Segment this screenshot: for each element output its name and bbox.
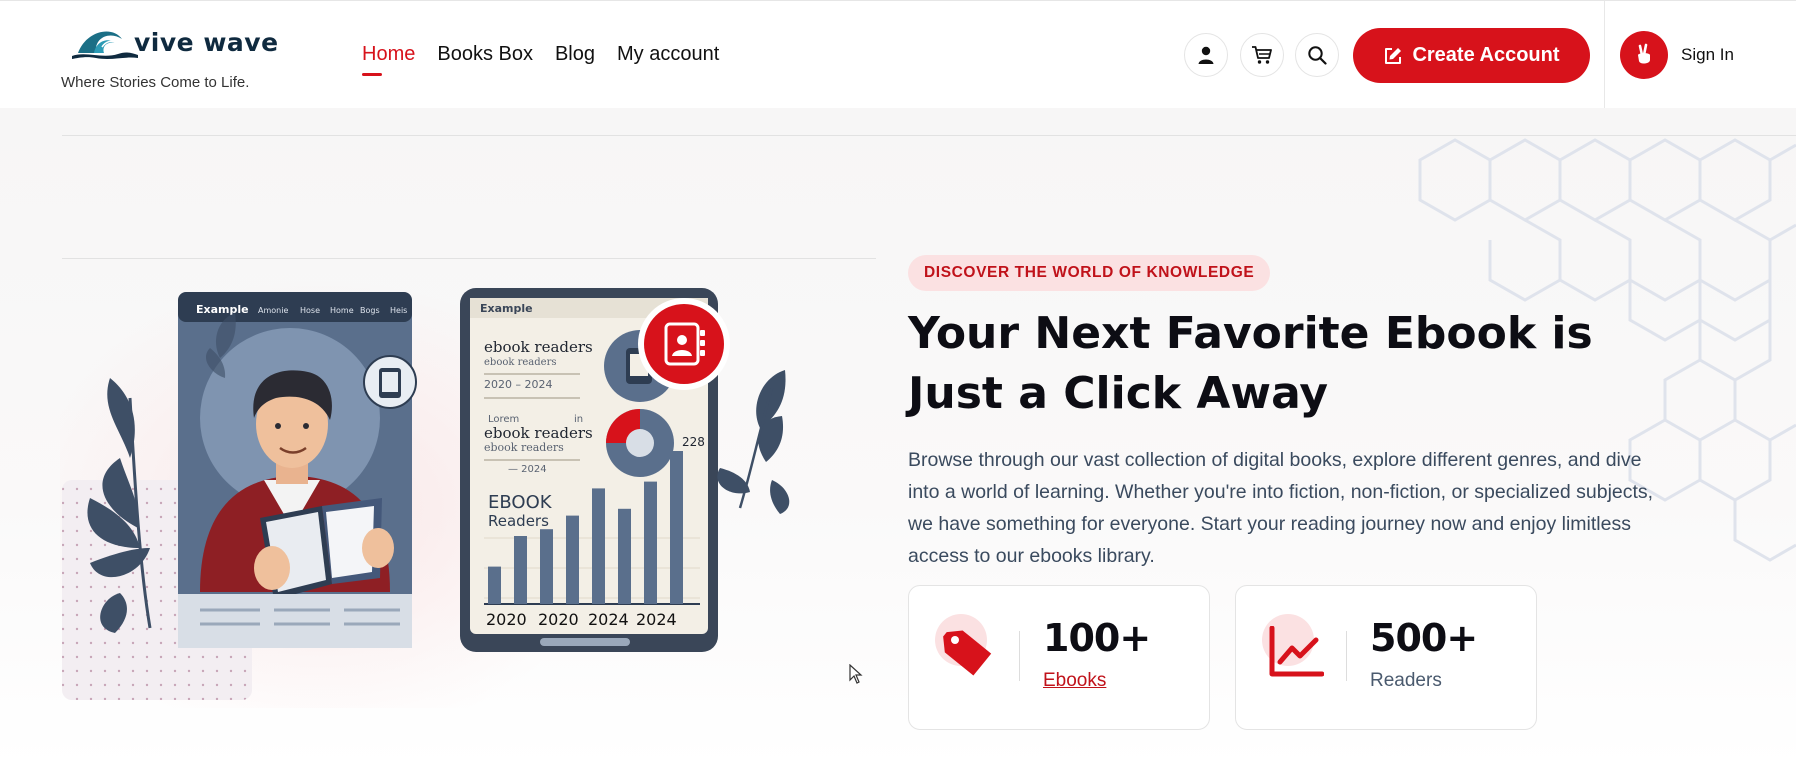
right-tablet-big-title-2: Readers (488, 512, 549, 530)
illustration-bar (540, 529, 553, 604)
right-tablet-years-2: — 2024 (508, 464, 547, 475)
stat-label-readers: Readers (1370, 670, 1442, 691)
account-button[interactable] (1184, 33, 1228, 77)
nav-item-blog[interactable]: Blog (555, 43, 595, 74)
stat-card-readers: 500+ Readers (1235, 585, 1537, 730)
right-tablet-sub-1: ebook readers (484, 357, 557, 368)
brand-logo[interactable]: vive wave (72, 23, 279, 61)
header-divider (1604, 1, 1605, 109)
create-account-button[interactable]: Create Account (1353, 28, 1590, 83)
wave-logo-icon (72, 31, 138, 59)
left-tablet-menu-5: Heis (390, 306, 407, 315)
eyebrow-badge: DISCOVER THE WORLD OF KNOWLEDGE (908, 255, 1271, 291)
illustration-bar (670, 451, 683, 604)
illustration-bar (566, 515, 579, 604)
search-icon (1308, 46, 1327, 65)
left-tablet-menu-4: Bogs (360, 306, 380, 315)
illustration-bar (618, 508, 631, 604)
illustration-bar (592, 488, 605, 604)
right-tablet-title: Example (480, 302, 533, 315)
stat-number-ebooks: 100+ (1043, 616, 1151, 660)
user-icon (1198, 46, 1214, 64)
brand-name: vive wave (134, 27, 279, 57)
sign-in-label: Sign In (1681, 45, 1734, 64)
right-tablet-heading-2: ebook readers (484, 424, 593, 442)
hero-section: Example Amonie Hose Home Bogs Heis Examp… (0, 108, 1796, 768)
nav-item-books-box[interactable]: Books Box (437, 43, 533, 74)
chart-year-label-1: 2020 (486, 610, 527, 629)
site-header: vive wave Where Stories Come to Life. Ho… (0, 0, 1796, 109)
illustration-bar (644, 481, 657, 604)
hero-illustration: Example Amonie Hose Home Bogs Heis Examp… (60, 278, 790, 708)
edit-icon (1385, 47, 1402, 64)
stat-link-ebooks[interactable]: Ebooks (1043, 670, 1106, 692)
stat-divider (1019, 631, 1020, 681)
hero-headline: Your Next Favorite Ebook is Just a Click… (908, 308, 1593, 419)
stat-card-ebooks: 100+ Ebooks (908, 585, 1210, 730)
stat-number-readers: 500+ (1370, 616, 1478, 660)
create-account-label: Create Account (1412, 44, 1560, 66)
right-tablet-heading-1: ebook readers (484, 338, 593, 356)
right-tablet-big-title-1: EBOOK (488, 492, 553, 513)
chart-year-label-3: 2024 (588, 610, 629, 629)
trend-chart-icon (1269, 626, 1324, 677)
peace-hand-icon (1620, 31, 1668, 79)
stat-divider (1346, 631, 1347, 681)
left-tablet-menu-2: Hose (300, 306, 320, 315)
nav-item-home[interactable]: Home (362, 43, 415, 76)
cart-icon (1252, 46, 1272, 64)
left-tablet-menu-1: Amonie (258, 306, 288, 315)
search-button[interactable] (1295, 33, 1339, 77)
brand-tagline: Where Stories Come to Life. (61, 74, 250, 91)
illustration-bar (488, 566, 501, 604)
right-tablet-years-1: 2020 – 2024 (484, 378, 552, 391)
nav-item-my-account[interactable]: My account (617, 43, 719, 74)
main-nav: Home Books Box Blog My account (362, 43, 719, 76)
mouse-cursor-icon (849, 664, 863, 684)
right-tablet-sub-2: ebook readers (484, 441, 564, 454)
hero-description: Browse through our vast collection of di… (908, 449, 1654, 567)
price-tag-icon (943, 630, 992, 676)
left-tablet-menu-3: Home (330, 306, 354, 315)
right-tablet-value: 228 (682, 435, 705, 449)
chart-year-label-2: 2020 (538, 610, 579, 629)
illustration-bar (514, 536, 527, 604)
left-tablet-title: Example (196, 303, 249, 316)
chart-year-label-4: 2024 (636, 610, 677, 629)
cart-button[interactable] (1240, 33, 1284, 77)
sign-in-button[interactable]: Sign In (1620, 31, 1734, 79)
